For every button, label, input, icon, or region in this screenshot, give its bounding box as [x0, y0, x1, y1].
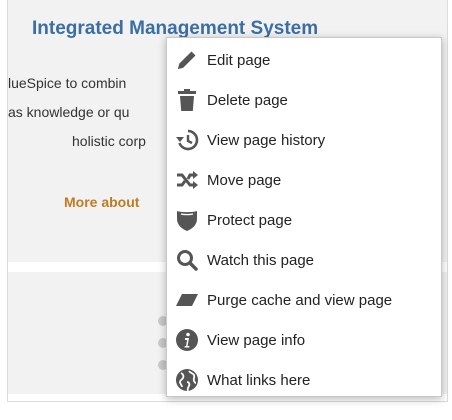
menu-item-label: Purge cache and view page: [207, 291, 393, 309]
menu-item-view-page-info[interactable]: View page info: [167, 320, 441, 360]
menu-item-label: View page info: [207, 331, 306, 349]
menu-item-protect-page[interactable]: Protect page: [167, 200, 441, 240]
menu-item-label: What links here: [207, 371, 311, 389]
menu-item-edit-page[interactable]: Edit page: [167, 40, 441, 80]
card-text-line-1: lueSpice to combin: [8, 75, 127, 91]
menu-item-what-links-here[interactable]: What links here: [167, 360, 441, 400]
trash-icon: [167, 80, 207, 120]
menu-item-label: Edit page: [207, 51, 271, 69]
menu-item-label: Watch this page: [207, 251, 314, 269]
menu-item-label: View page history: [207, 131, 326, 149]
search-icon: [167, 240, 207, 280]
info-icon: [167, 320, 207, 360]
more-about-link[interactable]: More about: [64, 194, 139, 210]
menu-item-purge-cache[interactable]: Purge cache and view page: [167, 280, 441, 320]
menu-item-label: Protect page: [207, 211, 293, 229]
move-icon: [167, 160, 207, 200]
globe-icon: [167, 360, 207, 400]
card-text-line-3: holistic corp: [72, 133, 146, 149]
pencil-icon: [167, 40, 207, 80]
menu-item-delete-page[interactable]: Delete page: [167, 80, 441, 120]
menu-item-move-page[interactable]: Move page: [167, 160, 441, 200]
menu-item-view-history[interactable]: View page history: [167, 120, 441, 160]
menu-item-watch-page[interactable]: Watch this page: [167, 240, 441, 280]
eraser-icon: [167, 280, 207, 320]
menu-item-label: Delete page: [207, 91, 288, 109]
card-text-line-2: as knowledge or qu: [8, 104, 130, 120]
menu-item-label: Move page: [207, 171, 282, 189]
page-actions-menu: Edit page Delete page View page history …: [166, 37, 442, 397]
shield-icon: [167, 200, 207, 240]
history-icon: [167, 120, 207, 160]
